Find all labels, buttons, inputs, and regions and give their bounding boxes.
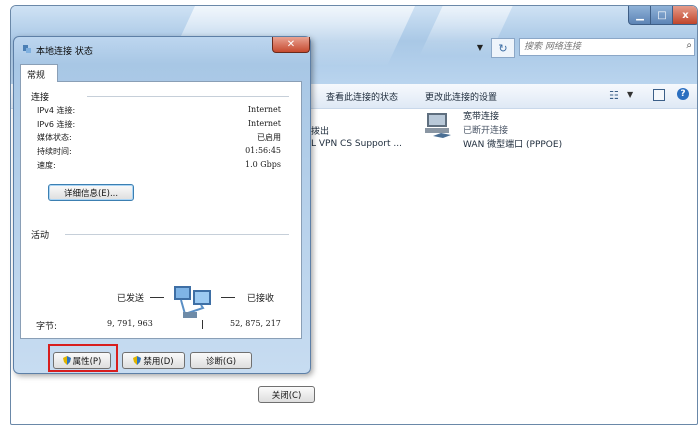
- search-box[interactable]: ⌕: [519, 38, 695, 56]
- bytes-sent-value: 9, 791, 963: [107, 319, 153, 328]
- dialup-connection-name[interactable]: 拨出: [311, 124, 329, 137]
- media-state-row: 媒体状态: 已启用: [37, 132, 281, 144]
- details-button[interactable]: 详细信息(E)...: [48, 184, 134, 201]
- duration-label: 持续时间:: [37, 147, 72, 156]
- refresh-icon[interactable]: ↻: [491, 38, 515, 58]
- shield-icon: [133, 356, 142, 365]
- bytes-received-value: 52, 875, 217: [230, 319, 281, 328]
- view-dropdown-icon[interactable]: ▼: [627, 90, 633, 99]
- broadband-connection-icon[interactable]: [423, 110, 453, 140]
- maximize-button[interactable]: □: [650, 6, 674, 25]
- tab-general[interactable]: 常规: [20, 64, 58, 82]
- network-activity-icon: [174, 286, 211, 318]
- sent-dash: [150, 297, 164, 298]
- search-input[interactable]: [524, 40, 674, 54]
- duration-value: 01:56:45: [245, 146, 281, 155]
- minimize-button[interactable]: ▁: [628, 6, 652, 25]
- close-icon: ✕: [286, 39, 296, 50]
- change-settings-command[interactable]: 更改此连接的设置: [425, 90, 497, 103]
- bytes-divider: [202, 320, 203, 329]
- window-close-button[interactable]: x: [672, 6, 697, 25]
- ipv6-row: IPv6 连接: Internet: [37, 119, 281, 131]
- bytes-label: 字节:: [36, 322, 58, 332]
- received-label: 已接收: [247, 294, 275, 304]
- ipv4-value: Internet: [247, 105, 281, 114]
- ipv6-value: Internet: [247, 119, 281, 128]
- ipv6-label: IPv6 连接:: [37, 120, 76, 129]
- local-connection-status-dialog: 本地连接 状态 ✕ 常规 连接 IPv4 连接: Internet IPv6 连…: [13, 36, 315, 403]
- preview-pane-icon[interactable]: [653, 89, 665, 101]
- activity-group-label: 活动: [31, 228, 54, 241]
- view-status-command[interactable]: 查看此连接的状态: [326, 90, 398, 103]
- properties-highlight-box: [48, 344, 118, 372]
- address-dropdown-icon[interactable]: ▼: [471, 38, 489, 56]
- dialup-connection-device: L VPN CS Support ...: [311, 139, 402, 149]
- search-icon[interactable]: ⌕: [686, 40, 692, 51]
- connection-group-label: 连接: [31, 90, 54, 103]
- connection-group-divider: [87, 96, 289, 97]
- broadband-connection-name[interactable]: 宽带连接: [463, 109, 499, 122]
- activity-group-divider: [65, 234, 289, 235]
- close-button[interactable]: 关闭(C): [258, 386, 315, 403]
- disable-button[interactable]: 禁用(D): [122, 352, 185, 369]
- diagnose-button[interactable]: 诊断(G): [190, 352, 252, 369]
- duration-row: 持续时间: 01:56:45: [37, 146, 281, 158]
- media-state-value: 已启用: [257, 133, 281, 142]
- help-icon[interactable]: ?: [677, 88, 689, 100]
- speed-row: 速度: 1.0 Gbps: [37, 160, 281, 172]
- ipv4-label: IPv4 连接:: [37, 106, 76, 115]
- received-dash: [221, 297, 235, 298]
- dialog-close-button[interactable]: ✕: [272, 37, 310, 53]
- sent-label: 已发送: [117, 294, 145, 304]
- broadband-connection-device: WAN 微型端口 (PPPOE): [463, 140, 563, 150]
- disable-button-label: 禁用(D): [143, 356, 174, 367]
- speed-label: 速度:: [37, 161, 56, 170]
- media-state-label: 媒体状态:: [37, 133, 72, 142]
- speed-value: 1.0 Gbps: [244, 160, 281, 169]
- view-options-icon[interactable]: ☷: [609, 89, 619, 102]
- ipv4-row: IPv4 连接: Internet: [37, 105, 281, 117]
- broadband-connection-status: 已断开连接: [463, 126, 509, 136]
- dialog-title: 本地连接 状态: [36, 47, 93, 57]
- network-adapter-icon: [23, 45, 31, 53]
